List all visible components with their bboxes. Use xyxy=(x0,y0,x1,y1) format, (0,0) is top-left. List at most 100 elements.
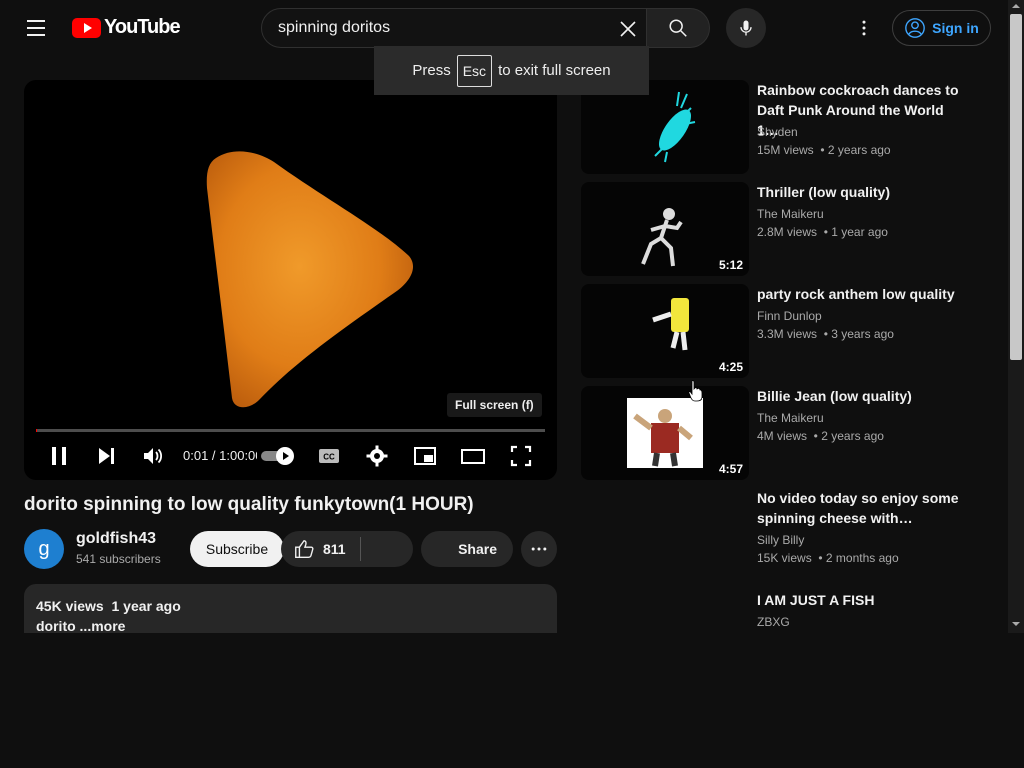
channel-name[interactable]: goldfish43 xyxy=(76,530,156,548)
recommended-channel-name[interactable]: ZBXG xyxy=(757,615,790,629)
recommended-video-meta: 4M views • 2 years ago xyxy=(757,429,884,443)
recommended-video-title[interactable]: Thriller (low quality) xyxy=(757,182,962,202)
recommended-channel-name[interactable]: The Maikeru xyxy=(757,411,824,425)
sign-in-label: Sign in xyxy=(932,20,979,36)
recommended-video-title[interactable]: party rock anthem low quality xyxy=(757,284,962,304)
share-label: Share xyxy=(458,541,497,557)
recommended-channel-name[interactable]: Finn Dunlop xyxy=(757,309,822,323)
fullscreen-tooltip: Full screen (f) xyxy=(447,393,542,417)
sponge-dancer-icon-part xyxy=(671,298,689,332)
next-icon[interactable] xyxy=(94,444,118,468)
recommended-video[interactable]: 4:25 party rock anthem low quality Finn Du… xyxy=(581,284,1001,380)
account-icon xyxy=(905,18,926,38)
avatar[interactable]: g xyxy=(24,529,64,569)
scroll-down-arrow-icon[interactable] xyxy=(1012,622,1020,626)
close-icon[interactable] xyxy=(616,17,640,41)
thumbs-up-icon xyxy=(295,540,314,558)
youtube-watch-page: YouTube Sign in Press Esc to exit full s… xyxy=(0,0,1024,768)
gear-icon[interactable] xyxy=(365,444,389,468)
recommended-channel-name[interactable]: The Maikeru xyxy=(757,207,824,221)
recommended-channel-name[interactable]: Shyden xyxy=(757,125,798,139)
recommended-views: 15M views xyxy=(757,143,814,157)
description-meta: 45K views 1 year ago xyxy=(36,596,545,616)
video-thumbnail[interactable]: 4:25 xyxy=(581,284,749,378)
description-text-row: dorito ...more xyxy=(36,616,545,633)
video-thumbnail[interactable]: 4:57 xyxy=(581,386,749,480)
upload-date: 1 year ago xyxy=(111,598,181,614)
video-player[interactable]: Full screen (f) 0:01 / 1:00:00 CC xyxy=(24,80,557,480)
time-display: 0:01 / 1:00:00 xyxy=(183,448,257,463)
recommended-age: 2 years ago xyxy=(827,143,891,157)
volume-icon[interactable] xyxy=(141,444,165,468)
toast-message: to exit full screen xyxy=(498,62,611,79)
more-vertical-icon xyxy=(862,20,866,36)
settings-more-button[interactable] xyxy=(848,12,880,44)
video-duration: 4:57 xyxy=(718,462,743,476)
cockroach-icon-part xyxy=(658,109,692,151)
player-controls: 0:01 / 1:00:00 CC xyxy=(24,436,557,476)
recommended-video[interactable]: 5:12 Thriller (low quality) The Maikeru 2.8… xyxy=(581,182,1001,278)
microphone-icon xyxy=(740,20,752,36)
logo-text: YouTube xyxy=(104,16,181,38)
recommended-views: 4M views xyxy=(757,429,808,443)
skeleton-dancer-icon-part xyxy=(663,208,675,220)
search-input[interactable] xyxy=(278,9,608,47)
video-title: dorito spinning to low quality funkytown… xyxy=(24,494,474,515)
view-count: 45K views xyxy=(36,598,104,614)
recommended-video-meta: 15K views • 2 months ago xyxy=(757,551,899,565)
heavy-character-icon-part xyxy=(658,409,672,423)
description-box[interactable]: 45K views 1 year ago dorito ...more xyxy=(24,584,557,633)
recommended-channel-name[interactable]: Silly Billy xyxy=(757,533,804,547)
scroll-thumb[interactable] xyxy=(1010,14,1022,360)
recommended-video[interactable]: 4:57 Billie Jean (low quality) The Maikeru… xyxy=(581,386,1001,482)
recommended-video-title[interactable]: Billie Jean (low quality) xyxy=(757,386,962,406)
recommended-views: 15K views xyxy=(757,551,812,565)
recommended-age: 2 months ago xyxy=(825,551,899,565)
more-link[interactable]: ...more xyxy=(80,618,126,633)
voice-search-button[interactable] xyxy=(726,8,766,48)
fullscreen-icon[interactable] xyxy=(509,444,533,468)
captions-icon[interactable]: CC xyxy=(317,444,341,468)
theater-mode-icon[interactable] xyxy=(461,444,485,468)
recommended-video-title[interactable]: I AM JUST A FISH xyxy=(757,590,962,610)
page-bottom-area xyxy=(0,633,1024,768)
video-duration: 4:25 xyxy=(718,360,743,374)
progress-bar[interactable] xyxy=(36,429,545,432)
dorito-video-frame xyxy=(206,151,414,408)
youtube-logo[interactable]: YouTube xyxy=(72,16,181,39)
sign-in-button[interactable]: Sign in xyxy=(892,10,991,46)
search-icon xyxy=(669,19,687,37)
search-box xyxy=(261,8,647,48)
menu-icon[interactable] xyxy=(18,12,54,44)
recommended-video-meta: 3.3M views • 3 years ago xyxy=(757,327,894,341)
recommended-views: 3.3M views xyxy=(757,327,818,341)
svg-text:CC: CC xyxy=(323,453,335,462)
video-duration: 5:12 xyxy=(718,258,743,272)
recommended-video-title[interactable]: No video today so enjoy some spinning ch… xyxy=(757,488,962,528)
recommended-views: 2.8M views xyxy=(757,225,818,239)
autoplay-toggle[interactable] xyxy=(261,447,295,465)
recommended-video-meta: 2.8M views • 1 year ago xyxy=(757,225,888,239)
share-button[interactable]: Share xyxy=(421,531,513,567)
like-count: 811 xyxy=(323,541,346,557)
toast-press-text: Press xyxy=(412,62,451,79)
esc-key-badge: Esc xyxy=(456,54,493,87)
more-actions-button[interactable] xyxy=(521,531,557,567)
miniplayer-icon[interactable] xyxy=(413,444,437,468)
recommended-video[interactable]: No video today so enjoy some spinning ch… xyxy=(581,488,1001,584)
recommended-video-meta: 15M views • 2 years ago xyxy=(757,143,891,157)
dislike-button[interactable] xyxy=(361,531,413,567)
recommended-age: 2 years ago xyxy=(821,429,884,443)
more-horizontal-icon xyxy=(531,547,547,551)
pause-icon[interactable] xyxy=(47,444,71,468)
scroll-up-arrow-icon[interactable] xyxy=(1012,4,1020,8)
youtube-play-logo-icon xyxy=(72,17,101,38)
recommended-age: 3 years ago xyxy=(831,327,894,341)
scrollbar[interactable] xyxy=(1008,0,1024,633)
video-thumbnail[interactable]: 5:12 xyxy=(581,182,749,276)
search-button[interactable] xyxy=(646,8,710,48)
like-dislike-group: 811 xyxy=(281,531,413,567)
like-button[interactable]: 811 xyxy=(281,531,361,567)
subscribe-button[interactable]: Subscribe xyxy=(190,531,284,567)
hand-cursor-icon xyxy=(688,380,702,402)
